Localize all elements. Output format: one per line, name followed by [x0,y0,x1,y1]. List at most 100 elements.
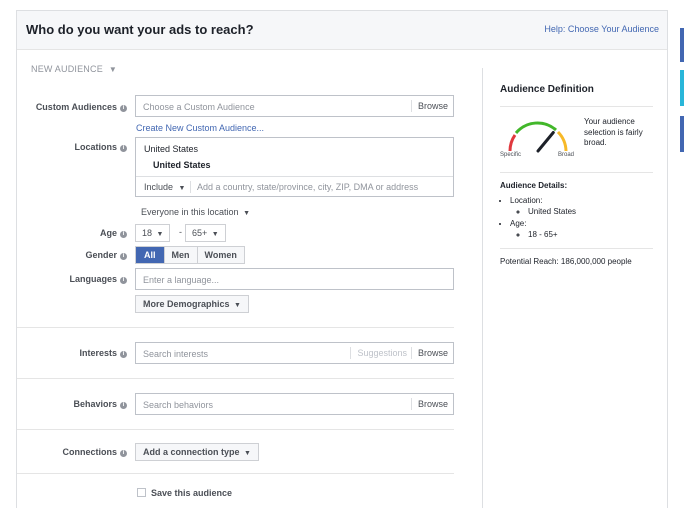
location-sublist: United States [500,207,576,217]
location-detail-value: United States [528,207,576,217]
languages-input[interactable]: Enter a language... [135,268,454,290]
audience-definition-title: Audience Definition [500,84,594,95]
gender-label: Gender i [85,250,127,260]
divider [500,172,653,173]
gender-all-button[interactable]: All [136,247,165,263]
chevron-down-icon: ▼ [156,231,164,238]
connection-type-label: Add a connection type [143,447,240,457]
location-scope-dropdown[interactable]: Everyone in this location ▼ [141,207,250,217]
interests-input[interactable]: Search interests Suggestions Browse [135,342,454,364]
custom-audience-input[interactable]: Choose a Custom Audience Browse [135,95,454,117]
audience-details-list: Location: [500,196,542,206]
gauge-broad-label: Broad [558,152,575,158]
more-demographics-label: More Demographics [143,299,230,309]
custom-audience-placeholder: Choose a Custom Audience [143,102,255,112]
gender-toggle: All Men Women [135,246,245,264]
languages-placeholder: Enter a language... [143,275,220,285]
include-dropdown[interactable]: Include ▼ [144,182,185,192]
audience-description: Your audience selection is fairly broad. [584,117,643,147]
gauge-yellow-segment [556,130,568,152]
include-row: Include ▼ Add a country, state/province,… [136,176,453,198]
help-link[interactable]: Help: Choose Your Audience [544,24,659,34]
connections-label: Connections i [62,447,127,457]
more-demographics-button[interactable]: More Demographics ▼ [135,295,249,313]
behaviors-input[interactable]: Search behaviors Browse [135,393,454,415]
info-icon[interactable]: i [120,231,127,238]
behaviors-browse-button[interactable]: Browse [410,398,453,410]
section-divider [17,429,454,430]
age-dash: - [179,227,182,237]
right-edge-tab[interactable] [680,28,684,62]
location-scope-label: Everyone in this location [141,207,239,217]
location-selected[interactable]: United States [153,160,211,170]
panel-title: Who do you want your ads to reach? [26,22,254,37]
age-detail-value: 18 - 65+ [528,230,558,240]
info-icon[interactable]: i [120,105,127,112]
gender-men-button[interactable]: Men [164,247,198,263]
locations-label: Locations i [74,142,127,152]
gauge-specific-label: Specific [500,152,522,158]
connections-label-text: Connections [62,447,117,457]
age-sublist: 18 - 65+ [500,230,558,240]
chevron-down-icon: ▼ [243,210,251,217]
age-min-select[interactable]: 18 ▼ [135,224,171,242]
age-label-text: Age [99,228,117,238]
location-search-input[interactable]: Add a country, state/province, city, ZIP… [197,182,418,192]
gauge-needle [536,131,555,153]
info-icon[interactable]: i [120,145,127,152]
potential-reach: Potential Reach: 186,000,000 people [500,257,632,266]
languages-label-text: Languages [69,274,117,284]
audience-details-title: Audience Details: [500,181,568,190]
info-icon[interactable]: i [120,253,127,260]
new-audience-label: NEW AUDIENCE [31,64,103,74]
gauge-green-segment [514,121,557,135]
custom-audience-browse-button[interactable]: Browse [410,100,453,112]
interests-placeholder: Search interests [143,349,209,359]
behaviors-label-text: Behaviors [73,399,117,409]
behaviors-placeholder: Search behaviors [143,400,214,410]
age-detail: Age: [510,219,526,229]
info-icon[interactable]: i [120,402,127,409]
gender-women-button[interactable]: Women [197,247,244,263]
save-audience-label: Save this audience [151,488,233,498]
interests-browse-button[interactable]: Browse [410,347,453,359]
location-country: United States [144,144,199,154]
connection-type-button[interactable]: Add a connection type ▼ [135,443,259,461]
info-icon[interactable]: i [120,277,127,284]
create-custom-audience-link[interactable]: Create New Custom Audience... [136,123,264,133]
include-label: Include [144,182,174,192]
gender-label-text: Gender [85,250,117,260]
age-max-select[interactable]: 65+ ▼ [185,224,226,242]
info-icon[interactable]: i [120,351,127,358]
panel-header: Who do you want your ads to reach? Help:… [17,11,667,50]
audience-gauge [508,121,568,153]
locations-box: United States United States Include ▼ Ad… [135,137,454,197]
chevron-down-icon: ▼ [244,450,251,457]
save-audience-checkbox[interactable] [137,488,146,497]
suggestions-button[interactable]: Suggestions [350,347,407,359]
section-divider [17,473,454,474]
locations-label-text: Locations [74,142,117,152]
new-audience-dropdown[interactable]: NEW AUDIENCE ▼ [31,64,117,74]
age-min-value: 18 [142,228,153,238]
right-edge-tab[interactable] [680,116,684,152]
divider [500,106,653,107]
divider [190,181,191,193]
info-icon[interactable]: i [120,450,127,457]
age-details-list: Age: [500,219,526,229]
audience-definition-sidebar: Audience Definition Your audience select… [482,68,667,508]
age-max-value: 65+ [192,228,208,238]
chevron-down-icon: ▼ [178,185,186,192]
custom-audiences-label: Custom Audiences i [36,102,127,112]
chevron-down-icon: ▼ [211,231,219,238]
right-edge-tab[interactable] [680,70,684,106]
gauge-red-segment [508,134,517,152]
chevron-down-icon: ▼ [108,65,118,74]
interests-label-text: Interests [79,348,117,358]
audience-panel: Who do you want your ads to reach? Help:… [16,10,668,508]
divider [500,248,653,249]
custom-audiences-label-text: Custom Audiences [35,102,117,112]
section-divider [17,378,454,379]
age-label: Age i [100,228,127,238]
interests-label: Interests i [79,348,127,358]
